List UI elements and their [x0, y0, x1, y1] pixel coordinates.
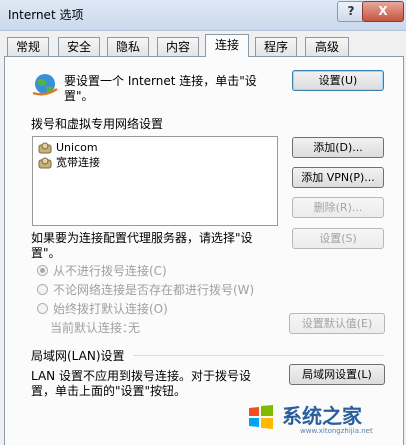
remove-button[interactable]: 删除(R)...	[292, 197, 384, 218]
proxy-settings-button[interactable]: 设置(S)	[292, 228, 384, 249]
add-button[interactable]: 添加(D)...	[292, 137, 384, 158]
lan-divider	[133, 355, 384, 356]
proxy-description-line2: 置"。	[31, 246, 61, 260]
lan-settings-heading: 局域网(LAN)设置	[31, 349, 125, 363]
always-dial-default-radio[interactable]	[37, 303, 48, 314]
never-dial-radio[interactable]	[37, 265, 48, 276]
dial-when-no-network-radio[interactable]	[37, 284, 48, 295]
tab-privacy[interactable]: 隐私	[107, 37, 149, 56]
never-dial-label: 从不进行拨号连接(C)	[53, 264, 167, 278]
help-button[interactable]: ?	[337, 1, 365, 22]
proxy-description-line1: 如果要为连接配置代理服务器，请选择"设	[31, 231, 253, 245]
title-bar: Internet 选项 ? X	[0, 0, 406, 31]
tab-security[interactable]: 安全	[58, 37, 100, 56]
current-default-label: 当前默认连接：	[50, 321, 135, 335]
tab-advanced[interactable]: 高级	[305, 37, 349, 56]
dial-when-no-network-label: 不论网络连接是否存在都进行拨号(W)	[53, 283, 255, 297]
tab-general[interactable]: 常规	[7, 37, 49, 56]
watermark-brand: 系统之家	[282, 404, 362, 428]
globe-network-icon	[32, 74, 58, 96]
close-button[interactable]: X	[362, 1, 404, 22]
windows-logo-icon	[249, 405, 273, 429]
tab-programs[interactable]: 程序	[255, 37, 297, 56]
list-item[interactable]: 宽带连接	[37, 155, 100, 171]
tab-connections[interactable]: 连接	[205, 34, 249, 57]
dialup-connection-icon	[38, 142, 52, 154]
watermark: 系统之家 www.xitongzhijia.net	[238, 394, 406, 440]
lan-settings-button[interactable]: 局域网设置(L)	[289, 364, 385, 385]
watermark-url: www.xitongzhijia.net	[300, 427, 373, 435]
dialup-connection-icon	[38, 157, 52, 169]
lan-description-line2: 置，单击上面的"设置"按钮。	[31, 384, 187, 398]
add-vpn-button[interactable]: 添加 VPN(P)...	[292, 167, 384, 188]
dialup-vpn-heading: 拨号和虚拟专用网络设置	[31, 117, 164, 131]
set-default-button[interactable]: 设置默认值(E)	[289, 313, 385, 334]
always-dial-default-label: 始终拨打默认连接(O)	[53, 302, 168, 316]
setup-button[interactable]: 设置(U)	[292, 70, 384, 91]
tab-content[interactable]: 内容	[157, 37, 199, 56]
list-item[interactable]: Unicom	[37, 140, 98, 156]
setup-description-line2: 置"。	[64, 89, 94, 103]
connections-list[interactable]: Unicom 宽带连接	[32, 136, 278, 226]
window-title: Internet 选项	[8, 8, 84, 22]
current-default-value: 无	[128, 321, 141, 335]
